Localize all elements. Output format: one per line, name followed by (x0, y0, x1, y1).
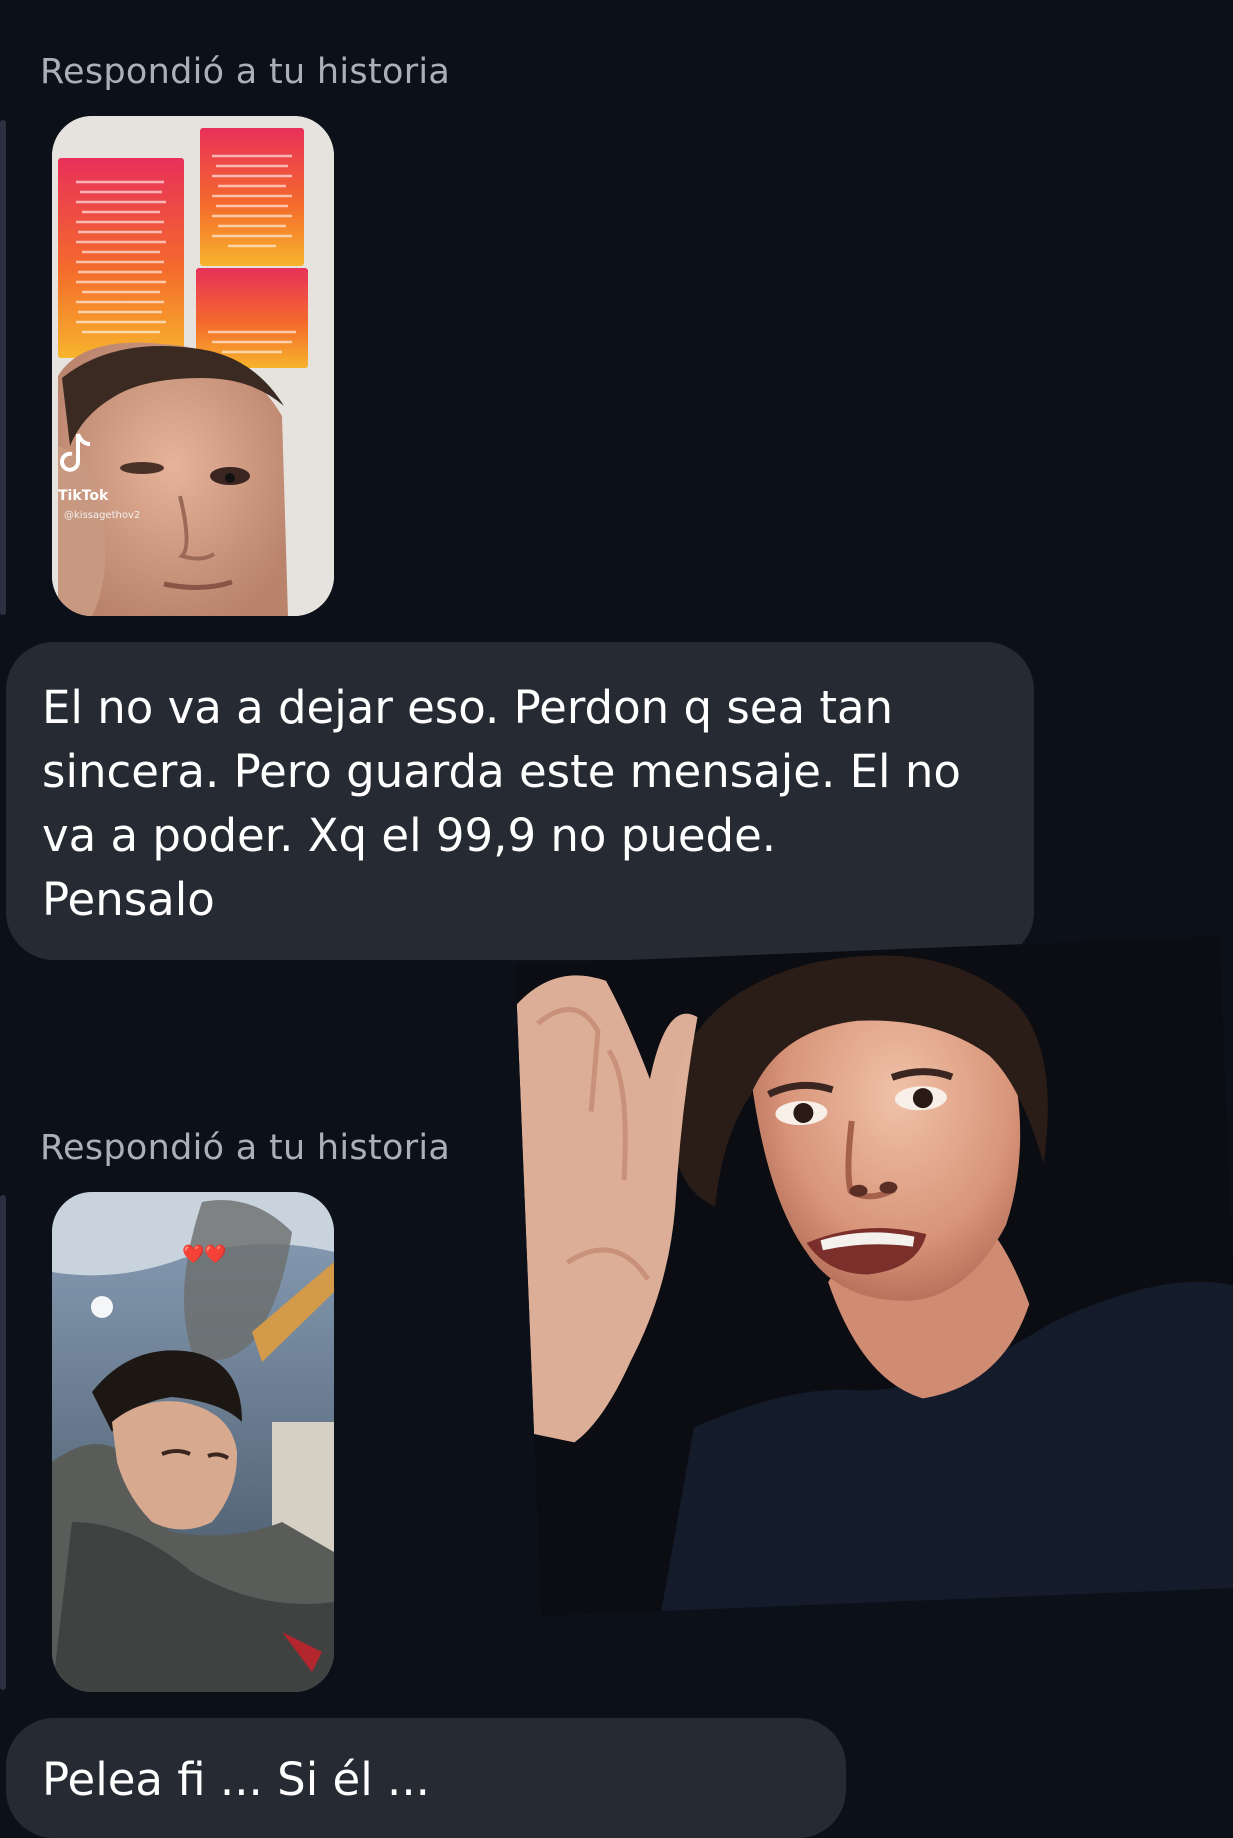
presenter-image (515, 936, 1233, 1616)
story-image (52, 1192, 334, 1692)
story-image (52, 116, 334, 616)
thread-side-indicator (0, 120, 6, 615)
tiktok-watermark-user: @kissagethov2 (64, 510, 141, 521)
story-reply-label: Respondió a tu historia (40, 1128, 451, 1168)
message-bubble-partial[interactable]: Pelea fi ... Si él ... (6, 1718, 846, 1838)
presenter-overlay (515, 936, 1233, 1616)
message-bubble[interactable]: El no va a dejar eso. Perdon q sea tan s… (6, 642, 1034, 960)
message-text-line: Pensalo (42, 873, 215, 926)
thread-side-indicator (0, 1195, 6, 1690)
message-text-line: sincera. Pero guarda este mensaje. El no (42, 745, 961, 798)
message-text-line: El no va a dejar eso. Perdon q sea tan (42, 681, 894, 734)
tiktok-watermark-brand: TikTok (58, 488, 109, 504)
story-poster (58, 158, 184, 358)
message-text-line: Pelea fi ... Si él ... (42, 1753, 430, 1806)
message-text-line: va a poder. Xq el 99,9 no puede. (42, 809, 777, 862)
story-thumbnail[interactable]: ❤️❤️ (52, 1192, 334, 1692)
story-reply-label: Respondió a tu historia (40, 52, 451, 92)
heart-sticker: ❤️❤️ (182, 1244, 227, 1265)
story-thumbnail[interactable]: TikTok @kissagethov2 (52, 116, 334, 616)
